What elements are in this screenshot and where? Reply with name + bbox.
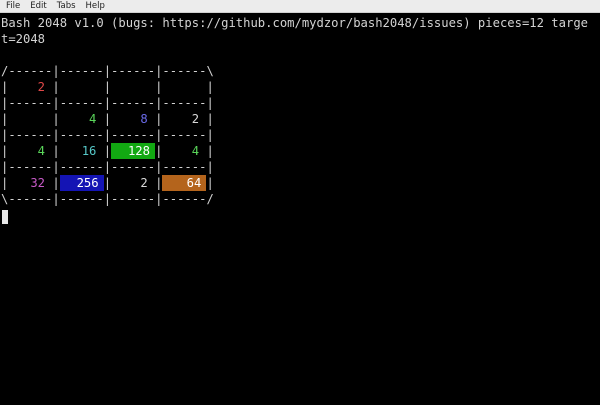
board-border-bottom: \------|------|------|------/ [1, 192, 214, 206]
tile-r3-c3: 128 [111, 143, 156, 159]
board-separator-3: |------|------|------|------| [1, 160, 214, 174]
tile-r2-c4: 2 [162, 111, 206, 127]
header-line-1: Bash 2048 v1.0 (bugs: https://github.com… [1, 16, 588, 30]
tile-value: 16 [81, 144, 97, 158]
tile-value: 4 [89, 112, 97, 126]
tile-value: 64 [162, 175, 207, 191]
tile-r4-c4: 64 [162, 175, 207, 191]
board-border-top: /------|------|------|------\ [1, 64, 214, 78]
menu-help[interactable]: Help [86, 1, 105, 11]
board-separator-1: |------|------|------|------| [1, 96, 214, 110]
tile-value: 128 [111, 143, 156, 159]
tile-r2-c3: 8 [111, 111, 155, 127]
tile-r3-c1: 4 [8, 143, 52, 159]
tile-value: 8 [140, 112, 148, 126]
terminal-output[interactable]: Bash 2048 v1.0 (bugs: https://github.com… [0, 13, 600, 405]
terminal-window: File Edit Tabs Help Bash 2048 v1.0 (bugs… [0, 0, 600, 405]
tile-value: 32 [30, 176, 46, 190]
tile-value: 2 [37, 80, 46, 94]
tile-value: 4 [191, 144, 200, 158]
tile-r4-c3: 2 [111, 175, 155, 191]
tile-value: 4 [37, 144, 46, 158]
tile-r4-c1: 32 [8, 175, 52, 191]
board-separator-2: |------|------|------|------| [1, 128, 214, 142]
tile-r4-c2: 256 [59, 175, 104, 191]
tile-value: 2 [140, 176, 148, 190]
header-line-2: t=2048 [1, 32, 46, 46]
menu-edit[interactable]: Edit [30, 1, 46, 11]
tile-r1-c1: 2 [8, 79, 52, 95]
menu-bar: File Edit Tabs Help [0, 0, 600, 13]
tile-value: 2 [191, 112, 200, 126]
tile-value: 256 [59, 175, 104, 191]
menu-file[interactable]: File [6, 1, 20, 11]
menu-tabs[interactable]: Tabs [57, 1, 76, 11]
tile-r3-c2: 16 [60, 143, 104, 159]
tile-r2-c2: 4 [60, 111, 104, 127]
tile-r3-c4: 4 [162, 143, 206, 159]
terminal-cursor [2, 210, 8, 224]
